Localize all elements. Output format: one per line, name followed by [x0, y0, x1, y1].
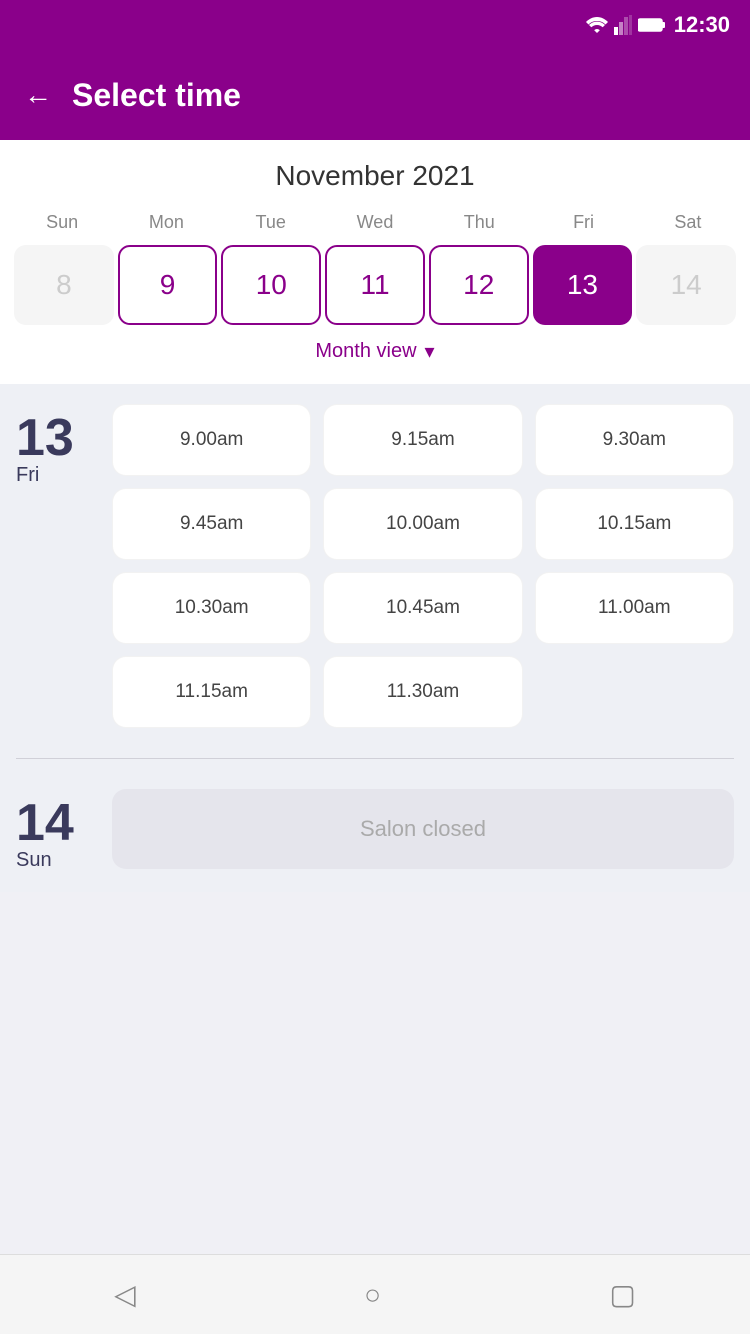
day-block-13: 13 Fri 9.00am 9.15am 9.30am 9.45am 10.00… — [16, 404, 734, 728]
time-grid-13: 9.00am 9.15am 9.30am 9.45am 10.00am 10.1… — [112, 404, 734, 728]
time-slot-1030[interactable]: 10.30am — [112, 572, 311, 644]
day-info-13: 13 Fri — [16, 404, 96, 487]
header: ← Select time — [0, 50, 750, 140]
day-header-sun: Sun — [10, 208, 114, 237]
date-11[interactable]: 11 — [325, 245, 425, 325]
nav-bar: ◁ ○ ▢ — [0, 1254, 750, 1334]
battery-icon — [638, 17, 666, 33]
status-time: 12:30 — [674, 12, 730, 38]
time-slot-930[interactable]: 9.30am — [535, 404, 734, 476]
date-13[interactable]: 13 — [533, 245, 633, 325]
date-10[interactable]: 10 — [221, 245, 321, 325]
day-name-14: Sun — [16, 849, 96, 872]
date-14[interactable]: 14 — [636, 245, 736, 325]
time-slot-1115[interactable]: 11.15am — [112, 656, 311, 728]
day-header-sat: Sat — [636, 208, 740, 237]
time-slot-945[interactable]: 9.45am — [112, 488, 311, 560]
day-header-tue: Tue — [219, 208, 323, 237]
day-headers: Sun Mon Tue Wed Thu Fri Sat — [10, 208, 740, 237]
nav-recent-button[interactable]: ▢ — [609, 1278, 635, 1311]
back-button[interactable]: ← — [24, 79, 52, 111]
time-slot-1130[interactable]: 11.30am — [323, 656, 522, 728]
day-name-13: Fri — [16, 464, 96, 487]
date-9[interactable]: 9 — [118, 245, 218, 325]
status-icons — [586, 15, 666, 35]
day-row-14: 14 Sun Salon closed — [16, 789, 734, 872]
time-slot-1045[interactable]: 10.45am — [323, 572, 522, 644]
day-header-wed: Wed — [323, 208, 427, 237]
day-row-13: 13 Fri 9.00am 9.15am 9.30am 9.45am 10.00… — [16, 404, 734, 728]
month-view-toggle[interactable]: Month view ▾ — [10, 325, 740, 374]
day-block-14: 14 Sun Salon closed — [16, 789, 734, 872]
day-divider — [16, 758, 734, 759]
calendar-section: November 2021 Sun Mon Tue Wed Thu Fri Sa… — [0, 140, 750, 384]
day-number-13: 13 — [16, 412, 96, 464]
nav-back-button[interactable]: ◁ — [114, 1278, 136, 1311]
page-title: Select time — [72, 77, 241, 114]
time-slot-1015[interactable]: 10.15am — [535, 488, 734, 560]
month-view-label: Month view — [315, 340, 416, 363]
time-slot-1100[interactable]: 11.00am — [535, 572, 734, 644]
wifi-icon — [586, 17, 608, 33]
date-12[interactable]: 12 — [429, 245, 529, 325]
signal-icon — [614, 15, 632, 35]
date-8[interactable]: 8 — [14, 245, 114, 325]
day-info-14: 14 Sun — [16, 789, 96, 872]
date-row: 8 9 10 11 12 13 14 — [10, 245, 740, 325]
day-header-thu: Thu — [427, 208, 531, 237]
time-slot-915[interactable]: 9.15am — [323, 404, 522, 476]
nav-home-button[interactable]: ○ — [364, 1279, 381, 1311]
time-slot-900[interactable]: 9.00am — [112, 404, 311, 476]
time-slot-1000[interactable]: 10.00am — [323, 488, 522, 560]
time-section: 13 Fri 9.00am 9.15am 9.30am 9.45am 10.00… — [0, 384, 750, 892]
day-header-fri: Fri — [531, 208, 635, 237]
day-number-14: 14 — [16, 797, 96, 849]
chevron-down-icon: ▾ — [425, 339, 435, 364]
month-title: November 2021 — [10, 160, 740, 192]
status-bar: 12:30 — [0, 0, 750, 50]
salon-closed-label: Salon closed — [112, 789, 734, 869]
day-header-mon: Mon — [114, 208, 218, 237]
spacer — [0, 892, 750, 972]
